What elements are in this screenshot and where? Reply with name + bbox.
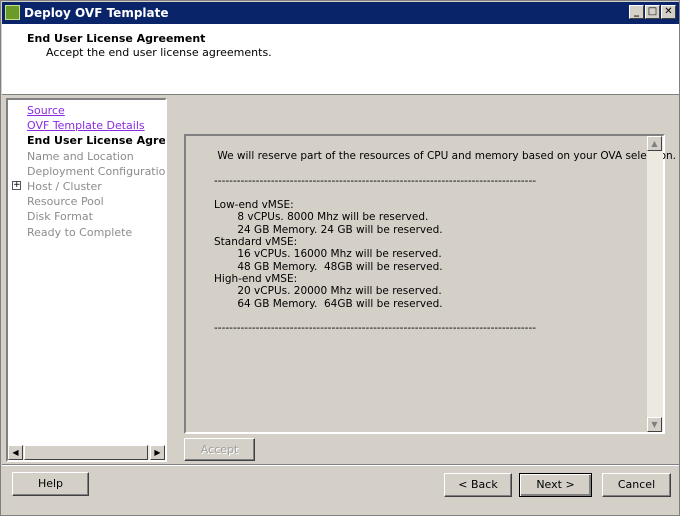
eula-line: ----------------------------------------…: [214, 174, 537, 187]
scroll-down-icon[interactable]: ▼: [647, 417, 662, 432]
eula-line: We will reserve part of the resources of…: [214, 150, 676, 162]
eula-line: 48 GB Memory. 48GB will be reserved.: [214, 260, 443, 273]
scroll-thumb[interactable]: [24, 445, 148, 460]
scroll-up-icon[interactable]: ▲: [647, 136, 662, 151]
horizontal-scrollbar[interactable]: ◀ ▶: [8, 445, 165, 460]
eula-line: 24 GB Memory. 24 GB will be reserved.: [214, 223, 443, 236]
step-resource-pool: Resource Pool: [27, 195, 104, 209]
accept-button[interactable]: Accept: [184, 438, 255, 461]
eula-text: We will reserve part of the resources of…: [214, 150, 676, 335]
eula-text-area[interactable]: We will reserve part of the resources of…: [184, 134, 676, 434]
page-subtitle: Accept the end user license agreements.: [46, 46, 272, 59]
eula-line: [214, 187, 654, 199]
scroll-left-icon[interactable]: ◀: [8, 445, 23, 460]
cancel-button[interactable]: Cancel: [602, 473, 671, 497]
eula-line: [214, 310, 654, 322]
step-host-cluster: Host / Cluster: [27, 180, 102, 193]
step-name-and-location: Name and Location: [27, 149, 134, 163]
steps-panel: Source OVF Template Details End User Licen…: [6, 98, 167, 462]
step-ovf-template-details[interactable]: OVF Template Details: [27, 119, 145, 132]
step-disk-format: Disk Format: [27, 210, 93, 224]
page-header: End User License Agreement Accept the en…: [2, 24, 679, 95]
title-bar: Deploy OVF Template: [2, 2, 679, 24]
eula-line: 20 vCPUs. 20000 Mhz will be reserved.: [214, 285, 442, 298]
eula-line: High-end vMSE:: [214, 272, 298, 285]
step-deployment-configuration: Deployment Configuration: [27, 164, 167, 178]
window-title: Deploy OVF Template: [24, 6, 169, 20]
page-title: End User License Agreement: [27, 32, 206, 45]
eula-line: 8 vCPUs. 8000 Mhz will be reserved.: [214, 211, 429, 224]
help-button[interactable]: Help: [12, 472, 89, 496]
back-button[interactable]: < Back: [444, 473, 512, 497]
step-ready-to-complete: Ready to Complete: [27, 225, 133, 239]
vertical-scrollbar[interactable]: ▲ ▼: [647, 136, 663, 432]
eula-line: [214, 162, 654, 174]
divider: [2, 464, 679, 466]
step-source[interactable]: Source: [27, 104, 65, 117]
maximize-button[interactable]: □: [645, 5, 660, 19]
eula-line: 64 GB Memory. 64GB will be reserved.: [214, 297, 443, 310]
eula-line: Low-end vMSE:: [214, 199, 294, 212]
expand-icon[interactable]: +: [12, 181, 21, 190]
eula-line: ----------------------------------------…: [214, 322, 537, 335]
close-button[interactable]: ✕: [661, 5, 676, 19]
step-end-user-license-agreement: End User License Agreement: [27, 134, 166, 148]
eula-line: Standard vMSE:: [214, 236, 298, 249]
scroll-right-icon[interactable]: ▶: [150, 445, 165, 460]
next-button[interactable]: Next >: [519, 473, 592, 497]
minimize-button[interactable]: _: [629, 5, 644, 19]
app-icon: [5, 5, 20, 20]
deploy-ovf-window: Deploy OVF Template _ □ ✕ End User Licen…: [0, 0, 680, 516]
eula-line: 16 vCPUs. 16000 Mhz will be reserved.: [214, 248, 442, 261]
